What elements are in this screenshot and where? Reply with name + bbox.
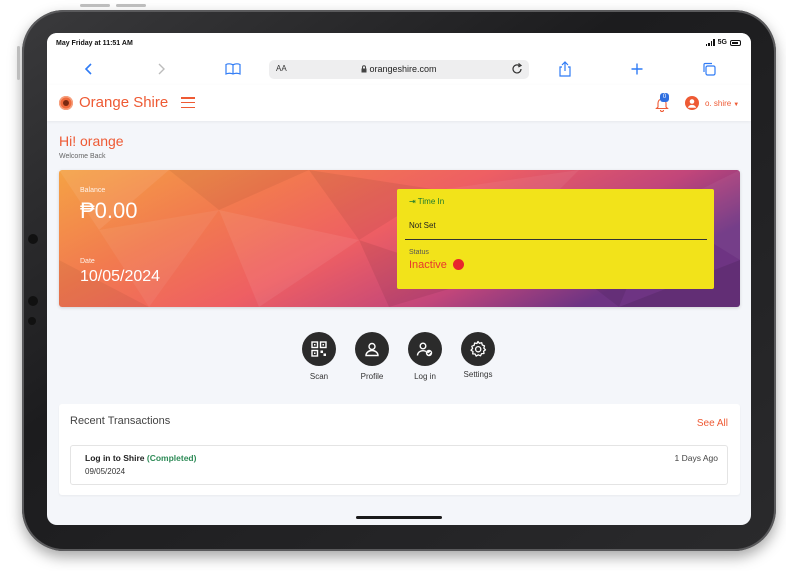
device-top-button [80,4,110,7]
status-bar: May Friday at 11:51 AM 5G [47,33,751,53]
menu-icon[interactable] [181,97,195,108]
time-in-label: Time In [417,197,445,206]
reload-icon[interactable] [510,62,524,81]
screen: May Friday at 11:51 AM 5G AA orangeshire… [47,33,751,525]
home-indicator[interactable] [356,516,442,519]
url-text: orangeshire.com [369,64,437,74]
device-sensor [28,296,38,306]
action-scan[interactable]: Scan [294,332,344,381]
network-label: 5G [717,39,727,46]
lock-icon [361,65,367,73]
time-in-label-row: ⇥ Time In [409,197,444,206]
notification-badge: 0 [660,93,669,102]
avatar[interactable] [685,96,699,110]
transaction-age: 1 Days Ago [674,453,718,463]
transaction-date: 09/05/2024 [85,467,126,476]
transaction-status: (Completed) [146,453,197,463]
back-icon[interactable] [77,57,101,81]
tabs-icon[interactable] [697,57,721,81]
device-side-button [17,46,20,80]
status-time: May Friday at 11:51 AM [56,40,133,47]
user-name: o. shire [705,99,732,108]
address-bar[interactable]: AA orangeshire.com [269,60,529,79]
greeting-subtitle: Welcome Back [59,153,106,160]
url-display: orangeshire.com [269,64,529,74]
status-label: Status [409,249,429,256]
device-sensor [28,317,36,325]
gear-icon[interactable] [461,332,495,366]
bookmarks-icon[interactable] [221,57,245,81]
see-all-link[interactable]: See All [697,418,728,429]
time-in-value: Not Set [409,221,436,230]
transaction-title: Log in to Shire (Completed) [85,453,196,463]
status-value: Inactive [409,259,447,271]
balance-card: Balance ₱0.00 Date 10/05/2024 ⇥ Time In … [59,170,740,307]
device-top-button [116,4,146,7]
status-dot [453,259,464,270]
share-icon[interactable] [553,57,577,81]
transaction-name: Log in to Shire [85,453,145,463]
transaction-row[interactable]: Log in to Shire (Completed) 09/05/2024 1… [70,445,728,485]
action-label: Scan [309,372,329,381]
action-label: Log in [414,372,436,381]
divider [405,239,707,240]
qr-code-icon[interactable] [302,332,336,366]
action-login[interactable]: Log in [400,332,450,381]
device-sensor [28,234,38,244]
signal-icon [705,39,715,46]
time-in-card: ⇥ Time In Not Set Status Inactive [397,189,714,289]
recent-transactions: Recent Transactions See All Log in to Sh… [59,404,740,495]
date-label: Date [80,258,95,265]
action-label: Profile [360,372,384,381]
user-menu[interactable]: o. shire ▼ [705,99,739,108]
balance-label: Balance [80,187,106,194]
app-header: Orange Shire 0 o. shire ▼ [47,85,751,121]
action-settings[interactable]: Settings [453,332,503,379]
action-profile[interactable]: Profile [347,332,397,381]
forward-icon[interactable] [149,57,173,81]
user-icon[interactable] [355,332,389,366]
status-indicators: 5G [705,39,741,46]
action-label: Settings [463,370,493,379]
balance-value: ₱0.00 [80,198,138,223]
sign-in-icon: ⇥ [409,197,416,206]
brand-name[interactable]: Orange Shire [79,94,168,111]
date-value: 10/05/2024 [80,268,161,285]
greeting-title: Hi! orange [59,133,124,149]
transactions-title: Recent Transactions [70,415,171,427]
caret-down-icon: ▼ [733,102,740,108]
battery-icon [730,39,741,46]
new-tab-icon[interactable] [625,57,649,81]
browser-toolbar: AA orangeshire.com [47,53,751,86]
user-check-icon[interactable] [408,332,442,366]
logo-icon [59,96,73,110]
